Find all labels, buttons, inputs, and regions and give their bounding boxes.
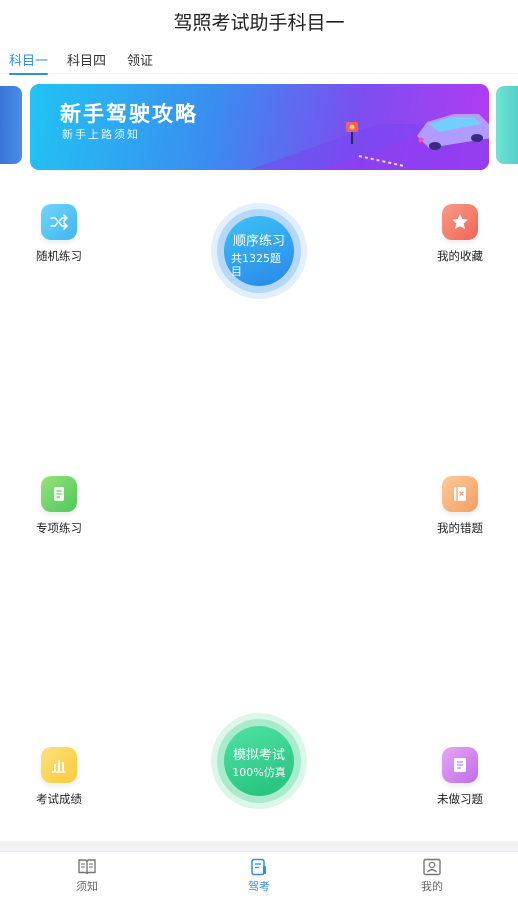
undone-questions-button[interactable]: 未做习题: [420, 747, 500, 807]
special-practice-label: 专项练习: [36, 521, 82, 535]
footer-divider: [0, 841, 518, 851]
favorites-label: 我的收藏: [437, 249, 483, 263]
tabbar-item-notice[interactable]: 须知: [57, 858, 117, 894]
sequential-practice-core: 顺序练习 共1325题目: [224, 216, 294, 286]
sequential-practice-title: 顺序练习: [232, 234, 285, 249]
tabbar-item-profile[interactable]: 我的: [402, 858, 462, 894]
random-practice-button[interactable]: 随机练习: [19, 204, 99, 264]
app-header: 驾照考试助手科目一: [0, 0, 518, 46]
exam-results-button[interactable]: 考试成绩: [19, 747, 99, 807]
banner-carousel: 新手驾驶攻略 新手上路须知: [0, 82, 518, 170]
tabbar-item-exam[interactable]: 驾考: [229, 858, 289, 894]
favorites-button[interactable]: 我的收藏: [420, 204, 500, 264]
tab-subject-four[interactable]: 科目四: [67, 50, 106, 72]
random-practice-label: 随机练习: [36, 249, 82, 263]
book-icon: [78, 859, 96, 875]
star-icon: [442, 204, 478, 240]
special-practice-button[interactable]: 专项练习: [19, 476, 99, 536]
shuffle-icon: [41, 204, 77, 240]
sequential-practice-button[interactable]: 顺序练习 共1325题目: [211, 203, 307, 299]
subject-tabs: 科目一 科目四 领证: [0, 48, 518, 75]
bar-chart-icon: [41, 747, 77, 783]
sequential-practice-ring: 顺序练习 共1325题目: [217, 209, 301, 293]
wrong-questions-button[interactable]: 我的错题: [420, 476, 500, 536]
tabbar-label-exam: 驾考: [248, 880, 270, 893]
wrong-questions-label: 我的错题: [437, 521, 483, 535]
tabbar-label-notice: 须知: [76, 880, 98, 893]
mock-exam-button[interactable]: 模拟考试 100%仿真: [211, 713, 307, 809]
banner-newbie-guide[interactable]: 新手驾驶攻略 新手上路须知: [30, 84, 489, 170]
mock-exam-title: 模拟考试: [232, 748, 285, 763]
previous-banner[interactable]: [0, 86, 22, 164]
exam-icon: [251, 858, 266, 876]
car-road-illustration: [249, 114, 489, 170]
bottom-tabbar: 须知 驾考 我的: [0, 851, 518, 900]
banner-title: 新手驾驶攻略: [60, 102, 198, 126]
tab-license[interactable]: 领证: [127, 50, 153, 72]
page-title: 驾照考试助手科目一: [173, 12, 345, 34]
error-book-icon: [442, 476, 478, 512]
exam-results-label: 考试成绩: [36, 792, 82, 806]
tabbar-label-profile: 我的: [421, 880, 443, 893]
sequential-practice-count: 共1325题目: [231, 252, 281, 278]
next-banner[interactable]: [496, 86, 518, 164]
notes-icon: [442, 747, 478, 783]
undone-questions-label: 未做习题: [437, 792, 483, 806]
mock-exam-subtitle: 100%仿真: [232, 766, 286, 779]
mock-exam-ring: 模拟考试 100%仿真: [217, 719, 301, 803]
banner-subtitle: 新手上路须知: [62, 128, 140, 141]
profile-icon: [423, 858, 441, 876]
mock-exam-core: 模拟考试 100%仿真: [224, 726, 294, 796]
tab-subject-one[interactable]: 科目一: [9, 50, 49, 75]
document-icon: [41, 476, 77, 512]
